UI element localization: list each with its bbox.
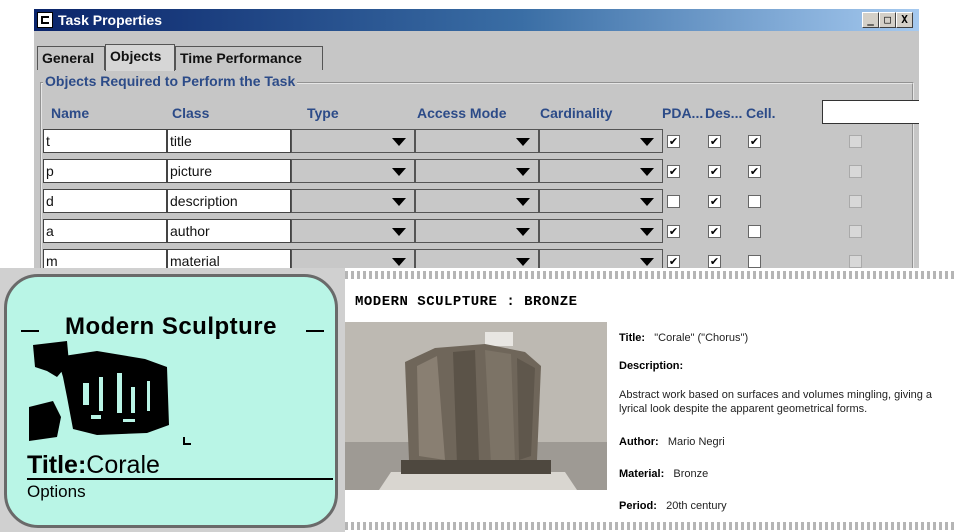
des-checkbox[interactable] xyxy=(708,195,721,208)
des-checkbox[interactable] xyxy=(708,165,721,178)
task-properties-window: Task Properties _ □ X General Objects Ti… xyxy=(33,8,919,270)
top-decorative-border xyxy=(345,271,957,279)
objects-group-label: Objects Required to Perform the Task xyxy=(43,73,298,89)
name-field[interactable]: p xyxy=(43,159,167,183)
chevron-down-icon xyxy=(392,198,406,206)
chevron-down-icon xyxy=(640,168,654,176)
chevron-down-icon xyxy=(516,228,530,236)
sculpture-photo xyxy=(345,322,607,490)
pda-checkbox[interactable] xyxy=(667,225,680,238)
access-mode-dropdown[interactable] xyxy=(415,129,539,153)
cell-checkbox[interactable] xyxy=(748,225,761,238)
column-header-class: Class xyxy=(172,105,210,121)
type-dropdown[interactable] xyxy=(291,189,415,213)
author-field: Author: Mario Negri xyxy=(619,436,725,448)
pda-checkbox[interactable] xyxy=(667,165,680,178)
des-checkbox[interactable] xyxy=(708,135,721,148)
disabled-checkbox xyxy=(849,165,862,178)
des-checkbox[interactable] xyxy=(708,255,721,268)
column-header-access-mode: Access Mode xyxy=(417,105,507,121)
chevron-down-icon xyxy=(516,168,530,176)
column-header-desktop: Des... xyxy=(705,105,743,121)
chevron-down-icon xyxy=(392,228,406,236)
class-field[interactable]: description xyxy=(167,189,291,213)
name-field[interactable]: a xyxy=(43,219,167,243)
chevron-down-icon xyxy=(392,138,406,146)
sculpture-bitmap-image xyxy=(27,337,195,449)
web-page-heading: MODERN SCULPTURE : BRONZE xyxy=(355,294,578,310)
class-field[interactable]: material xyxy=(167,249,291,270)
chevron-down-icon xyxy=(516,258,530,266)
cell-checkbox[interactable] xyxy=(748,255,761,268)
chevron-down-icon xyxy=(392,258,406,266)
class-field[interactable]: picture xyxy=(167,159,291,183)
disabled-checkbox xyxy=(849,225,862,238)
cardinality-dropdown[interactable] xyxy=(539,189,663,213)
phone-mockup: Modern Sculpture Title:Corale Options xyxy=(0,268,345,532)
cell-checkbox[interactable] xyxy=(748,165,761,178)
class-field[interactable]: author xyxy=(167,219,291,243)
chevron-down-icon xyxy=(640,138,654,146)
chevron-down-icon xyxy=(392,168,406,176)
close-button[interactable]: X xyxy=(896,12,913,28)
column-header-type: Type xyxy=(307,105,339,121)
extra-column-input[interactable] xyxy=(822,100,919,124)
access-mode-dropdown[interactable] xyxy=(415,159,539,183)
column-header-pda: PDA... xyxy=(662,105,704,121)
type-dropdown[interactable] xyxy=(291,129,415,153)
bottom-decorative-border xyxy=(345,522,957,530)
window-app-icon xyxy=(37,12,53,28)
options-softkey[interactable]: Options xyxy=(27,482,86,502)
phone-separator xyxy=(27,478,333,480)
column-header-cell: Cell. xyxy=(746,105,776,121)
tab-time-performance[interactable]: Time Performance xyxy=(175,46,323,70)
pda-checkbox[interactable] xyxy=(667,255,680,268)
pda-checkbox[interactable] xyxy=(667,135,680,148)
title-field: Title: "Corale" ("Chorus") xyxy=(619,332,749,344)
title-bar[interactable]: Task Properties _ □ X xyxy=(34,9,919,31)
type-dropdown[interactable] xyxy=(291,249,415,270)
cardinality-dropdown[interactable] xyxy=(539,249,663,270)
phone-caption: Title:Corale xyxy=(27,451,160,479)
cell-checkbox[interactable] xyxy=(748,135,761,148)
window-title: Task Properties xyxy=(58,12,163,28)
name-field[interactable]: d xyxy=(43,189,167,213)
material-field: Material: Bronze xyxy=(619,468,709,480)
name-field[interactable]: m xyxy=(43,249,167,270)
type-dropdown[interactable] xyxy=(291,219,415,243)
description-label: Description: xyxy=(619,360,684,372)
disabled-checkbox xyxy=(849,135,862,148)
maximize-button[interactable]: □ xyxy=(879,12,896,28)
chevron-down-icon xyxy=(516,198,530,206)
cardinality-dropdown[interactable] xyxy=(539,219,663,243)
chevron-down-icon xyxy=(640,228,654,236)
tab-general[interactable]: General xyxy=(37,46,105,70)
minimize-button[interactable]: _ xyxy=(862,12,879,28)
cell-checkbox[interactable] xyxy=(748,195,761,208)
disabled-checkbox xyxy=(849,195,862,208)
access-mode-dropdown[interactable] xyxy=(415,249,539,270)
phone-screen: Modern Sculpture Title:Corale Options xyxy=(4,274,338,528)
access-mode-dropdown[interactable] xyxy=(415,219,539,243)
class-field[interactable]: title xyxy=(167,129,291,153)
column-header-cardinality: Cardinality xyxy=(540,105,613,121)
web-page-view: MODERN SCULPTURE : BRONZE Title: "Corale… xyxy=(345,268,957,532)
chevron-down-icon xyxy=(516,138,530,146)
cardinality-dropdown[interactable] xyxy=(539,159,663,183)
pda-checkbox[interactable] xyxy=(667,195,680,208)
des-checkbox[interactable] xyxy=(708,225,721,238)
tab-objects[interactable]: Objects xyxy=(105,44,175,71)
period-field: Period: 20th century xyxy=(619,500,727,512)
cardinality-dropdown[interactable] xyxy=(539,129,663,153)
access-mode-dropdown[interactable] xyxy=(415,189,539,213)
disabled-checkbox xyxy=(849,255,862,268)
name-field[interactable]: t xyxy=(43,129,167,153)
type-dropdown[interactable] xyxy=(291,159,415,183)
description-text: Abstract work based on surfaces and volu… xyxy=(619,389,933,415)
column-header-name: Name xyxy=(51,105,90,121)
chevron-down-icon xyxy=(640,198,654,206)
chevron-down-icon xyxy=(640,258,654,266)
